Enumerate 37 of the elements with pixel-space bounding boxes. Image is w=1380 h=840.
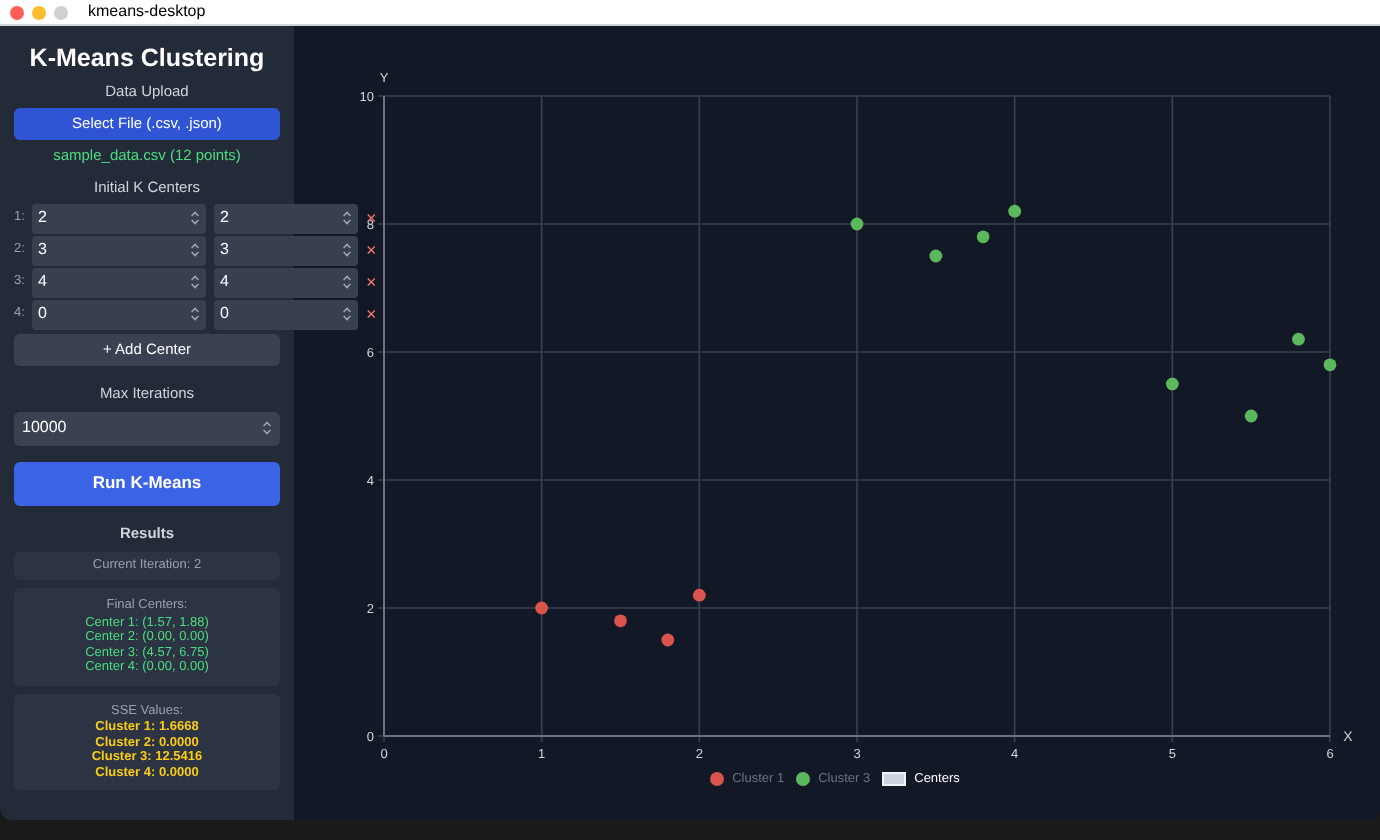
data-point [1323,358,1337,372]
spinner-icon[interactable] [190,242,200,258]
number-field[interactable]: 2 [32,203,206,233]
spinner-icon[interactable] [342,274,352,290]
data-point [535,601,549,615]
number-field[interactable]: 3 [214,235,358,265]
number-field[interactable]: 4 [214,267,358,297]
spinner-icon[interactable] [262,420,272,437]
iterations-field[interactable]: 10000 [14,411,280,446]
data-point [1292,332,1305,346]
number-field[interactable]: 4 [32,267,206,297]
remove-button[interactable]: × [366,305,377,323]
app-title: K-Means Clustering [29,42,265,76]
window-title: kmeans-desktop [88,0,206,24]
data-point [1244,409,1258,423]
number-field[interactable]: 0 [214,299,358,329]
run-button[interactable]: Run K-Means [14,461,280,506]
number-field[interactable]: 2 [214,203,358,233]
remove-button[interactable]: × [366,241,377,259]
data-point [850,217,864,231]
number-field[interactable]: 0 [32,299,206,329]
data-point [614,614,627,628]
data-point [1165,377,1179,391]
spinner-icon[interactable] [190,306,200,322]
remove-button[interactable]: × [366,273,377,291]
data-point [661,633,675,647]
spinner-icon[interactable] [342,210,352,226]
data-point [692,588,706,602]
close-window-button[interactable] [10,5,24,19]
spinner-icon[interactable] [342,242,352,258]
data-point [1008,204,1022,218]
data-point [929,249,943,263]
spinner-icon[interactable] [190,274,200,290]
data-point [976,230,990,244]
spinner-icon[interactable] [190,210,200,226]
number-field[interactable]: 3 [32,235,206,265]
spinner-icon[interactable] [342,306,352,322]
